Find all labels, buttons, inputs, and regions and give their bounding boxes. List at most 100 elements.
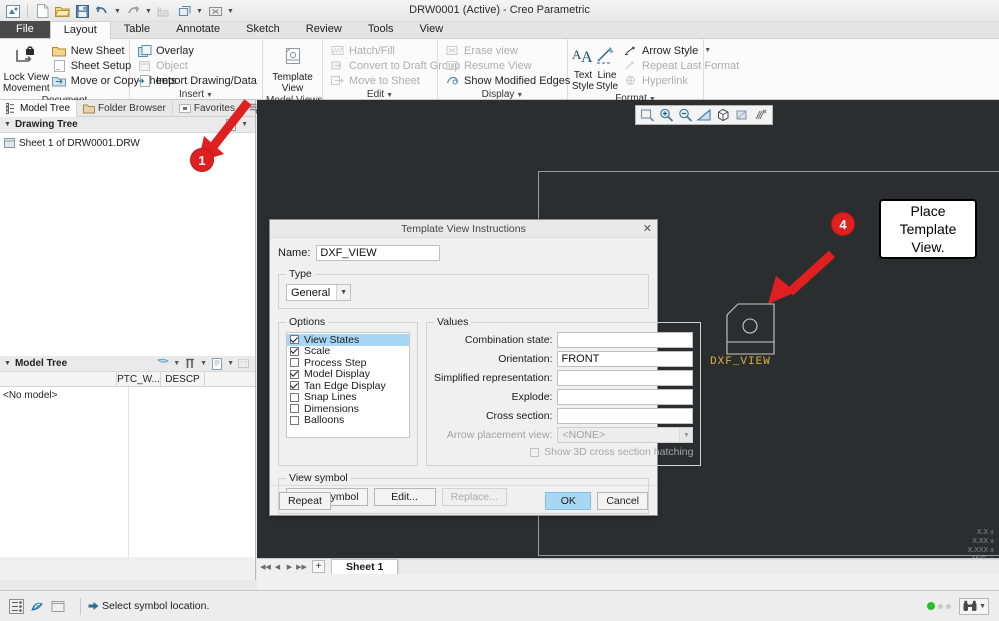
text-style-label-2: Style [571, 81, 595, 92]
checkbox-scale[interactable] [290, 346, 299, 356]
format-small-buttons: Arrow Style ▼ Repeat Last Format Hyperli… [619, 42, 744, 88]
chevron-down-icon[interactable]: ▼ [704, 47, 711, 54]
display-style-icon[interactable] [714, 107, 732, 124]
resume-view-button[interactable]: Resume View [443, 58, 575, 73]
ok-button[interactable]: OK [545, 491, 592, 510]
chevron-down-icon[interactable]: ▼ [227, 360, 234, 367]
chevron-down-icon[interactable]: ▼ [200, 360, 207, 367]
ribbon-tab-review[interactable]: Review [293, 21, 355, 38]
repeat-button[interactable]: Repeat [279, 491, 331, 510]
zoom-fit-icon[interactable] [638, 107, 656, 124]
checkbox-show-3d-cross-section-hatching[interactable] [530, 447, 540, 457]
model-tree-columns: PTC_W... DESCP [0, 372, 255, 387]
binoculars-icon[interactable] [962, 600, 977, 613]
ribbon-tab-view[interactable]: View [407, 21, 457, 38]
prev-sheet-icon[interactable]: ◀ [272, 561, 283, 573]
options-list[interactable]: View States Scale Process Step Model Dis… [286, 332, 410, 438]
import-drawing-data-button[interactable]: Import Drawing/Data [135, 73, 262, 88]
chevron-down-icon[interactable]: ▼ [516, 92, 523, 99]
lock-view-movement-button[interactable]: Lock View Movement [3, 42, 50, 94]
chevron-down-icon[interactable]: ▼ [173, 360, 180, 367]
ribbon-tab-annotate[interactable]: Annotate [163, 21, 233, 38]
show-modified-edges-button[interactable]: Show Modified Edges [443, 73, 575, 88]
first-sheet-icon[interactable]: ◀◀ [260, 561, 271, 573]
option-process-step[interactable]: Process Step [287, 357, 409, 369]
option-snap-lines[interactable]: Snap Lines [287, 391, 409, 403]
option-view-states[interactable]: View States [287, 334, 409, 346]
tree-settings-icon[interactable] [210, 357, 224, 370]
selection-filter-icon[interactable] [8, 598, 24, 614]
ribbon-tab-sketch[interactable]: Sketch [233, 21, 293, 38]
model-tree-column-descp[interactable]: DESCP [161, 372, 205, 386]
ribbon-tab-layout[interactable]: Layout [49, 21, 111, 39]
lock-view-movement-label-2: Movement [3, 83, 50, 94]
filter-icon[interactable] [156, 357, 170, 370]
checkbox-model-display[interactable] [290, 369, 299, 379]
erase-view-button[interactable]: Erase view [443, 43, 575, 58]
add-sheet-button[interactable]: + [312, 560, 325, 573]
model-tree-column-ptc[interactable]: PTC_W... [117, 372, 161, 386]
arrow-placement-view-combo[interactable]: <NONE> ▼ [557, 427, 694, 443]
columns-icon[interactable] [183, 357, 197, 370]
simplified-representation-label: Simplified representation: [434, 372, 553, 384]
cancel-button[interactable]: Cancel [597, 491, 648, 510]
annotation-display-icon[interactable] [752, 107, 770, 124]
chevron-down-icon[interactable]: ▼ [386, 92, 393, 99]
chevron-down-icon[interactable]: ▼ [4, 121, 11, 128]
checkbox-tan-edge-display[interactable] [290, 381, 299, 391]
checkbox-view-states[interactable] [290, 335, 299, 345]
checkbox-balloons[interactable] [290, 415, 299, 425]
ribbon-tab-table[interactable]: Table [111, 21, 163, 38]
line-style-button[interactable]: Line Style [595, 42, 619, 92]
ribbon-tab-file[interactable]: File [0, 21, 50, 38]
tree-item-sheet[interactable]: Sheet 1 of DRW0001.DRW [4, 136, 255, 150]
hyperlink-button[interactable]: Hyperlink [621, 73, 744, 88]
chevron-down-icon[interactable]: ▼ [206, 92, 213, 99]
type-combo[interactable]: General ▼ [286, 284, 352, 301]
chevron-down-icon[interactable]: ▼ [979, 603, 986, 610]
sheet-tab-sheet-1[interactable]: Sheet 1 [331, 558, 399, 575]
chevron-down-icon[interactable]: ▼ [679, 428, 693, 442]
chevron-down-icon[interactable]: ▼ [241, 121, 248, 128]
repaint-icon[interactable] [695, 107, 713, 124]
template-view-button[interactable]: Template View [266, 42, 319, 94]
shading-icon[interactable] [733, 107, 751, 124]
option-dimensions[interactable]: Dimensions [287, 403, 409, 415]
next-sheet-icon[interactable]: ▶ [284, 561, 295, 573]
quick-sash-icon[interactable] [29, 598, 45, 614]
cross-section-input[interactable] [557, 408, 694, 424]
explode-input[interactable] [557, 389, 694, 405]
option-tan-edge-display[interactable]: Tan Edge Display [287, 380, 409, 392]
checkbox-snap-lines[interactable] [290, 392, 299, 402]
overlay-button[interactable]: Overlay [135, 43, 262, 58]
dxf-view-geometry[interactable] [722, 302, 782, 363]
tab-model-tree[interactable]: Model Tree [0, 100, 78, 117]
option-balloons[interactable]: Balloons [287, 414, 409, 426]
last-sheet-icon[interactable]: ▶▶ [296, 561, 307, 573]
option-model-display[interactable]: Model Display [287, 368, 409, 380]
window-icon[interactable] [50, 598, 66, 614]
tab-folder-browser[interactable]: Folder Browser [77, 100, 173, 117]
zoom-in-icon[interactable] [657, 107, 675, 124]
tab-favorites[interactable]: Favorites [173, 100, 242, 117]
ribbon-tab-tools[interactable]: Tools [355, 21, 407, 38]
settings-page-icon[interactable] [224, 118, 238, 131]
text-style-button[interactable]: AA Text Style [571, 42, 595, 92]
arrow-style-button[interactable]: Arrow Style ▼ [621, 43, 744, 58]
object-button[interactable]: Object [135, 58, 262, 73]
option-scale[interactable]: Scale [287, 345, 409, 357]
simplified-representation-input[interactable] [557, 370, 694, 386]
checkbox-dimensions[interactable] [290, 404, 299, 414]
close-icon[interactable]: ✕ [643, 222, 652, 235]
zoom-out-icon[interactable] [676, 107, 694, 124]
checkbox-process-step[interactable] [290, 358, 299, 368]
chevron-down-icon[interactable]: ▼ [4, 360, 11, 367]
insert-small-buttons: Overlay Object Import Drawing/Data [133, 42, 262, 88]
repeat-last-format-button[interactable]: Repeat Last Format [621, 58, 744, 73]
search-tool[interactable]: ▼ [959, 597, 989, 615]
chevron-down-icon[interactable]: ▼ [336, 285, 351, 300]
orientation-input[interactable]: FRONT [557, 351, 694, 367]
name-input[interactable]: DXF_VIEW [316, 245, 441, 261]
combination-state-input[interactable] [557, 332, 694, 348]
display-icon[interactable] [237, 357, 251, 370]
